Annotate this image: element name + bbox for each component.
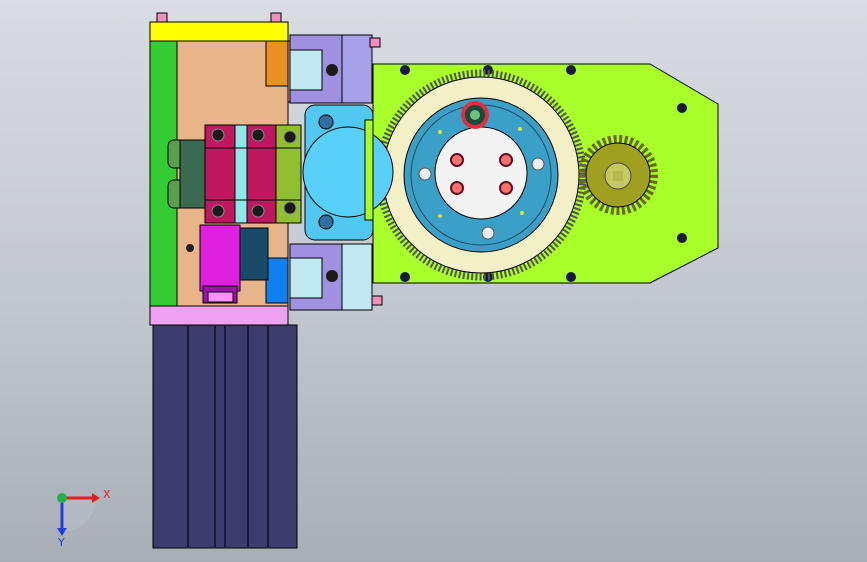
- small-set-screw: [186, 244, 194, 252]
- plate-bolt: [566, 65, 576, 75]
- x-axis-label: X: [103, 488, 111, 501]
- rail-block-bottom[interactable]: [289, 243, 383, 311]
- hub-dot: [438, 214, 442, 218]
- plate-bolt: [677, 233, 687, 243]
- coordinate-triad: X Y: [57, 488, 111, 548]
- hub-screw: [499, 153, 513, 167]
- plate-bolt: [400, 272, 410, 282]
- plate-bolt: [677, 103, 687, 113]
- y-arrowhead-icon: [57, 528, 67, 536]
- hub-dot: [518, 127, 522, 131]
- sensor-block-magenta[interactable]: [199, 224, 241, 292]
- rail-block-face: [289, 257, 323, 299]
- rail-screw: [371, 295, 383, 306]
- blue-tab: [265, 257, 289, 304]
- stepper-motor[interactable]: [152, 324, 298, 549]
- rail-block-end: [341, 34, 373, 104]
- top-screw-head: [156, 12, 168, 23]
- hub-small-hole: [418, 167, 432, 181]
- side-bar-green[interactable]: [149, 40, 178, 307]
- clamp-screw: [251, 128, 265, 142]
- clamp-light-strip: [234, 124, 248, 224]
- clamp-screw: [211, 128, 225, 142]
- rail-screw: [369, 37, 381, 48]
- large-gear[interactable]: [375, 69, 587, 281]
- hub-screw: [450, 181, 464, 195]
- motor-flange-pink[interactable]: [149, 305, 289, 326]
- clamp-screw: [211, 204, 225, 218]
- pinion-keyway: [613, 171, 623, 181]
- rail-screw-head: [326, 64, 338, 76]
- sensor-mount-dark: [237, 227, 269, 281]
- coupling-boss: [364, 119, 374, 221]
- plate-bolt: [400, 65, 410, 75]
- rail-block-end: [341, 243, 373, 311]
- coupling-screw: [318, 114, 334, 130]
- clamp-screw: [283, 201, 297, 215]
- plate-bolt: [566, 272, 576, 282]
- top-screw-head: [270, 12, 282, 23]
- top-cap-yellow[interactable]: [149, 21, 289, 42]
- hub-dot: [438, 130, 442, 134]
- hub-bore: [434, 126, 528, 220]
- y-axis-label: Y: [57, 536, 65, 548]
- rail-block-face: [289, 49, 323, 91]
- cad-model-viewport[interactable]: [0, 0, 867, 562]
- rail-screw-head: [326, 270, 338, 282]
- rail-block-top[interactable]: [289, 34, 381, 104]
- orange-tab: [265, 40, 289, 87]
- bearing-core: [470, 110, 480, 120]
- coupling-screw: [318, 214, 334, 230]
- triad-origin-icon: [57, 493, 67, 503]
- x-arrowhead-icon: [92, 493, 100, 503]
- coupling-disk: [302, 126, 394, 218]
- hub-small-hole: [531, 157, 545, 171]
- hub-dot: [520, 211, 524, 215]
- clamp-screw: [283, 130, 297, 144]
- hub-screw: [499, 181, 513, 195]
- clamp-block[interactable]: [204, 124, 302, 224]
- hub-small-hole: [481, 226, 495, 240]
- sensor-cap-face: [207, 291, 234, 303]
- clamp-screw: [251, 204, 265, 218]
- triad-shadow: [62, 498, 96, 532]
- hub-screw: [450, 153, 464, 167]
